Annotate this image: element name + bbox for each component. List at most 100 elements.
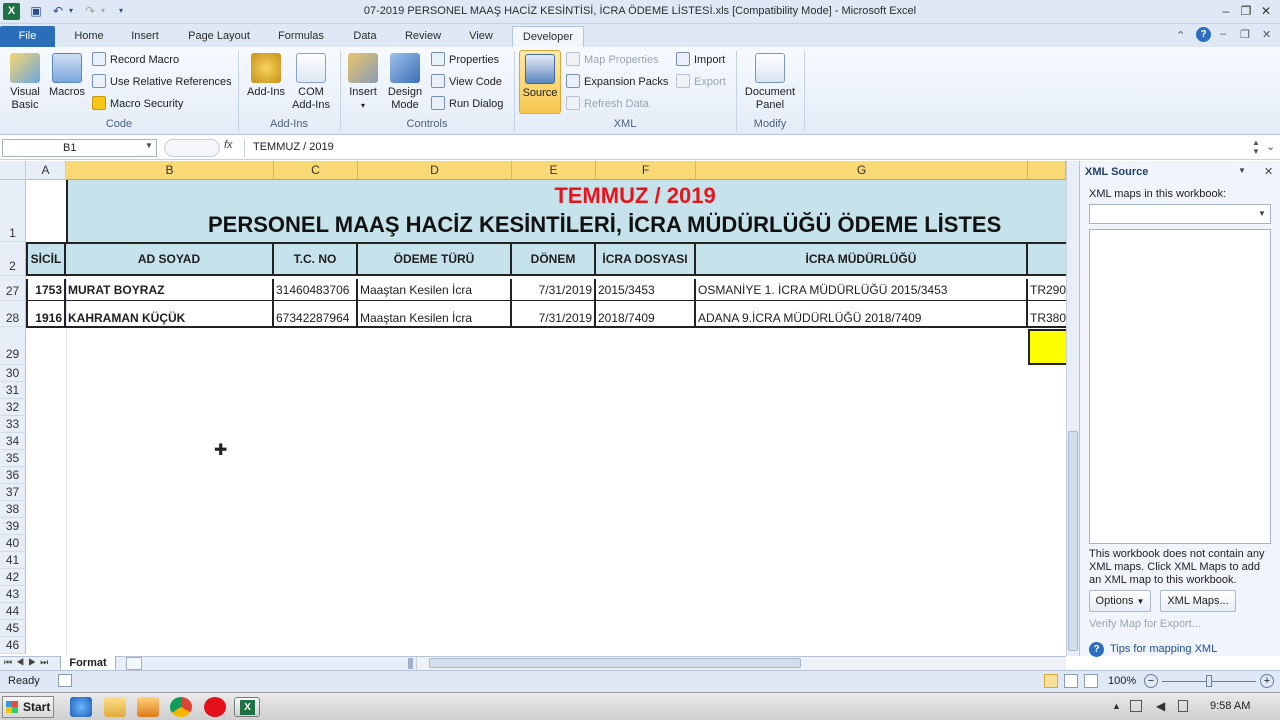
row-header[interactable]: 44 bbox=[0, 603, 26, 620]
tab-page-layout[interactable]: Page Layout bbox=[180, 26, 258, 47]
help-icon[interactable]: ? bbox=[1196, 27, 1211, 42]
tab-split-handle[interactable] bbox=[408, 658, 413, 669]
row-header[interactable]: 1 bbox=[0, 180, 26, 242]
relative-references-button[interactable]: Use Relative References bbox=[92, 73, 232, 91]
pane-menu-icon[interactable]: ▼ bbox=[1238, 166, 1246, 175]
zoom-level[interactable]: 100% bbox=[1108, 675, 1136, 687]
tab-home[interactable]: Home bbox=[66, 26, 112, 47]
page-layout-view-icon[interactable] bbox=[1064, 674, 1078, 688]
cell-iban[interactable]: TR380 bbox=[1028, 301, 1066, 328]
column-header-g[interactable]: G bbox=[696, 161, 1028, 180]
formula-scroll-icon[interactable]: ▲ ▼ bbox=[1252, 138, 1260, 156]
cell-type[interactable]: Maaştan Kesilen İcra bbox=[358, 279, 512, 301]
tab-file[interactable]: File bbox=[0, 26, 55, 47]
header-ad-soyad[interactable]: AD SOYAD bbox=[66, 242, 274, 276]
power-icon[interactable] bbox=[1178, 700, 1188, 712]
normal-view-icon[interactable] bbox=[1044, 674, 1058, 688]
macros-button[interactable]: Macros bbox=[46, 53, 88, 99]
row-header[interactable]: 40 bbox=[0, 535, 26, 552]
vertical-scroll-thumb[interactable] bbox=[1068, 431, 1078, 651]
excel-taskbar-button[interactable]: X bbox=[234, 697, 260, 717]
column-header-a[interactable]: A bbox=[26, 161, 66, 180]
xml-tree-view[interactable] bbox=[1089, 229, 1271, 544]
column-header-d[interactable]: D bbox=[358, 161, 512, 180]
design-mode-button[interactable]: Design Mode bbox=[384, 53, 426, 112]
cell-sicil[interactable]: 1753 bbox=[26, 279, 66, 301]
cell-name[interactable]: KAHRAMAN KÜÇÜK bbox=[66, 301, 274, 328]
sheet-nav-arrows-icon[interactable]: ⏮◀▶⏭ bbox=[4, 657, 52, 668]
tab-review[interactable]: Review bbox=[398, 26, 448, 47]
verify-map-link[interactable]: Verify Map for Export... bbox=[1089, 618, 1201, 630]
header-odeme-turu[interactable]: ÖDEME TÜRÜ bbox=[358, 242, 512, 276]
worksheet-grid[interactable]: A B C D E F G 1 TEMMUZ / 2019 PERSONEL M… bbox=[0, 161, 1066, 656]
row-header[interactable]: 29 bbox=[0, 327, 26, 365]
wb-restore-icon[interactable]: ❐ bbox=[1240, 28, 1250, 41]
record-macro-button[interactable]: Record Macro bbox=[92, 51, 179, 69]
zoom-in-icon[interactable]: + bbox=[1260, 674, 1274, 688]
cell-office[interactable]: ADANA 9.İCRA MÜDÜRLÜĞÜ 2018/7409 bbox=[696, 301, 1028, 328]
cell-period[interactable]: 7/31/2019 bbox=[512, 301, 596, 328]
visual-basic-button[interactable]: Visual Basic bbox=[4, 53, 46, 112]
header-icra-mudurlugu[interactable]: İCRA MÜDÜRLÜĞÜ bbox=[696, 242, 1028, 276]
tab-view[interactable]: View bbox=[460, 26, 502, 47]
row-header[interactable]: 37 bbox=[0, 484, 26, 501]
header-sicil[interactable]: SİCİL bbox=[26, 242, 66, 276]
sheet-tab-format[interactable]: Format bbox=[60, 656, 116, 671]
row-header[interactable]: 30 bbox=[0, 365, 26, 382]
row-header[interactable]: 41 bbox=[0, 552, 26, 569]
chrome-icon[interactable] bbox=[170, 697, 192, 717]
row-header[interactable]: 28 bbox=[0, 301, 26, 327]
restore-icon[interactable]: ❐ bbox=[1236, 2, 1256, 20]
column-header-b[interactable]: B bbox=[66, 161, 274, 180]
row-header[interactable]: 2 bbox=[0, 242, 26, 276]
tab-formulas[interactable]: Formulas bbox=[270, 26, 332, 47]
row-header[interactable]: 27 bbox=[0, 276, 26, 301]
row-header[interactable]: 31 bbox=[0, 382, 26, 399]
properties-button[interactable]: Properties bbox=[431, 51, 499, 69]
cell-iban[interactable]: TR290 bbox=[1028, 279, 1066, 301]
row-header[interactable]: 42 bbox=[0, 569, 26, 586]
tab-developer[interactable]: Developer bbox=[512, 26, 584, 47]
row-header[interactable]: 33 bbox=[0, 416, 26, 433]
media-player-icon[interactable] bbox=[137, 697, 159, 717]
row-header[interactable]: 35 bbox=[0, 450, 26, 467]
view-code-button[interactable]: View Code bbox=[431, 73, 502, 91]
row-header[interactable]: 34 bbox=[0, 433, 26, 450]
cell-sicil[interactable]: 1916 bbox=[26, 301, 66, 328]
close-icon[interactable]: ✕ bbox=[1256, 2, 1276, 20]
row-header[interactable]: 38 bbox=[0, 501, 26, 518]
insert-control-button[interactable]: Insert ▾ bbox=[344, 53, 382, 112]
formula-expand-icon[interactable]: ⌄ bbox=[1266, 140, 1275, 153]
tips-link[interactable]: Tips for mapping XML bbox=[1110, 643, 1217, 655]
export-button[interactable]: Export bbox=[676, 73, 726, 91]
tab-data[interactable]: Data bbox=[344, 26, 386, 47]
page-break-view-icon[interactable] bbox=[1084, 674, 1098, 688]
tab-insert[interactable]: Insert bbox=[122, 26, 168, 47]
xml-maps-button[interactable]: XML Maps... bbox=[1160, 590, 1236, 612]
document-panel-button[interactable]: Document Panel bbox=[740, 53, 800, 112]
vertical-scrollbar[interactable] bbox=[1066, 161, 1079, 656]
column-header-e[interactable]: E bbox=[512, 161, 596, 180]
map-properties-button[interactable]: Map Properties bbox=[566, 51, 659, 69]
column-header-f[interactable]: F bbox=[596, 161, 696, 180]
name-box[interactable]: B1 bbox=[2, 139, 157, 157]
formula-input[interactable]: TEMMUZ / 2019 bbox=[244, 139, 1249, 157]
insert-function-icon[interactable]: fx bbox=[224, 139, 233, 151]
cell-period[interactable]: 7/31/2019 bbox=[512, 279, 596, 301]
header-iban[interactable] bbox=[1028, 242, 1066, 276]
horizontal-scroll-thumb[interactable] bbox=[429, 658, 801, 668]
network-icon[interactable] bbox=[1130, 700, 1142, 712]
ribbon-minimize-icon[interactable]: ⌃ bbox=[1176, 29, 1185, 42]
folder-icon[interactable] bbox=[104, 697, 126, 717]
expansion-packs-button[interactable]: Expansion Packs bbox=[566, 73, 668, 91]
name-box-dropdown-icon[interactable]: ▼ bbox=[145, 141, 153, 150]
row-header[interactable]: 36 bbox=[0, 467, 26, 484]
opera-icon[interactable] bbox=[204, 697, 226, 717]
refresh-data-button[interactable]: Refresh Data bbox=[566, 95, 649, 113]
macro-record-icon[interactable] bbox=[58, 674, 72, 687]
header-tc-no[interactable]: T.C. NO bbox=[274, 242, 358, 276]
macro-security-button[interactable]: Macro Security bbox=[92, 95, 183, 113]
header-icra-dosyasi[interactable]: İCRA DOSYASI bbox=[596, 242, 696, 276]
cell-type[interactable]: Maaştan Kesilen İcra bbox=[358, 301, 512, 328]
row-header[interactable]: 32 bbox=[0, 399, 26, 416]
